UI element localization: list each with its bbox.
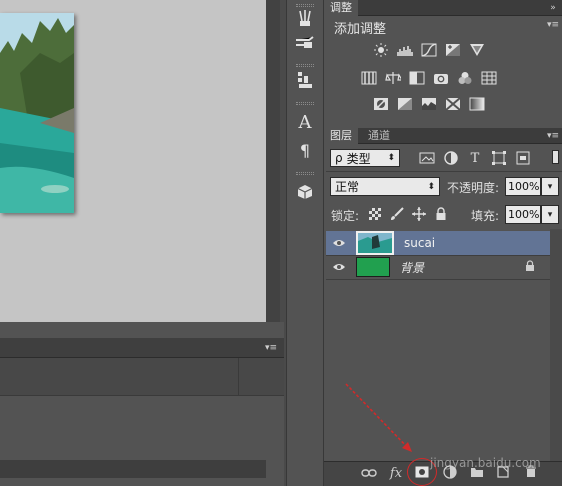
layer-row-sucai[interactable]: sucai (326, 231, 550, 255)
canvas-statusbar (0, 322, 284, 338)
layer-row-background[interactable]: 背景 (326, 255, 550, 279)
chevron-down-icon: ▾ (547, 181, 553, 192)
posterize-icon[interactable] (396, 96, 414, 112)
photo-filter-icon[interactable] (432, 70, 450, 86)
layer-filter-value: 类型 (346, 151, 371, 166)
brush-settings-icon[interactable] (290, 30, 320, 54)
blend-mode-dropdown[interactable]: 正常 ⬍ (330, 177, 440, 196)
lock-pixels-brush-icon[interactable] (388, 206, 406, 222)
layer-name[interactable]: sucai (404, 236, 435, 250)
filter-shape-icon[interactable] (490, 150, 508, 166)
opacity-dropdown-button[interactable]: ▾ (541, 177, 559, 196)
timeline-panel-header: ▾≡ (0, 338, 284, 358)
timeline-horizontal-scrollbar[interactable] (0, 460, 266, 478)
collapse-icon[interactable]: » (546, 3, 560, 13)
opacity-value: 100% (508, 180, 540, 193)
fill-label: 填充: (471, 209, 500, 223)
opacity-input[interactable]: 100% (505, 177, 541, 196)
document-image[interactable] (0, 13, 74, 213)
layers-vertical-scrollbar[interactable] (550, 229, 562, 461)
strip-grip[interactable] (296, 64, 314, 67)
fx-icon: fx (389, 465, 403, 481)
adjustments-title: 添加调整 (334, 22, 387, 37)
curves-icon[interactable] (420, 42, 438, 58)
timeline-track (0, 358, 284, 396)
panel-menu-icon[interactable]: ▾≡ (546, 20, 560, 30)
clone-source-icon[interactable] (290, 68, 320, 92)
filter-pixel-icon[interactable] (418, 150, 436, 166)
panel-menu-icon[interactable]: ▾≡ (264, 343, 278, 353)
adjustments-tabbar: 调整 » (324, 0, 562, 16)
brush-presets-icon[interactable] (290, 6, 320, 30)
color-lookup-icon[interactable] (480, 70, 498, 86)
layer-filter-dropdown[interactable]: ρ 类型 ⬍ (330, 149, 400, 167)
filter-smart-object-icon[interactable] (514, 150, 532, 166)
fill-value: 100% (508, 208, 540, 221)
fill-input[interactable]: 100% (505, 205, 541, 224)
channel-mixer-icon[interactable] (456, 70, 474, 86)
search-icon: ρ (335, 151, 343, 165)
tab-layers[interactable]: 图层 (324, 128, 358, 144)
threshold-icon[interactable] (420, 96, 438, 112)
layers-tabbar: 图层 通道 ▾≡ (324, 128, 562, 144)
vibrance-icon[interactable] (468, 42, 486, 58)
canvas-vertical-scrollbar[interactable] (266, 0, 280, 322)
paragraph-panel-icon[interactable]: ¶ (290, 138, 320, 162)
divider (326, 171, 562, 172)
layer-lock-icon (524, 259, 536, 275)
add-layer-style-button[interactable]: fx (387, 465, 405, 481)
strip-grip[interactable] (296, 102, 314, 105)
hue-saturation-icon[interactable] (360, 70, 378, 86)
visibility-eye-icon[interactable] (326, 238, 352, 248)
tab-channels[interactable]: 通道 (362, 128, 396, 144)
brightness-icon[interactable] (372, 42, 390, 58)
timeline-divider (238, 358, 239, 396)
lock-transparent-icon[interactable] (366, 206, 384, 222)
link-layers-icon[interactable] (360, 465, 378, 481)
lock-all-icon[interactable] (432, 206, 450, 222)
lock-position-move-icon[interactable] (410, 206, 428, 222)
gradient-map-icon[interactable] (468, 96, 486, 112)
tab-adjustments[interactable]: 调整 (324, 0, 358, 16)
fill-dropdown-button[interactable]: ▾ (541, 205, 559, 224)
opacity-label: 不透明度: (447, 181, 500, 195)
lock-label: 锁定: (331, 209, 360, 223)
invert-icon[interactable] (372, 96, 390, 112)
filter-toggle-switch[interactable] (552, 150, 559, 164)
layer-thumbnail (356, 231, 394, 255)
filter-adjustment-icon[interactable] (442, 150, 460, 166)
black-white-icon[interactable] (408, 70, 426, 86)
visibility-eye-icon[interactable] (326, 262, 352, 272)
layer-thumbnail (356, 257, 390, 277)
blend-mode-value: 正常 (335, 180, 360, 194)
exposure-icon[interactable] (444, 42, 462, 58)
levels-icon[interactable] (396, 42, 414, 58)
divider (326, 279, 550, 280)
panel-menu-icon[interactable]: ▾≡ (546, 131, 560, 141)
3d-panel-icon[interactable] (290, 180, 320, 204)
chevron-updown-icon: ⬍ (427, 181, 435, 192)
strip-grip[interactable] (296, 172, 314, 175)
layer-name[interactable]: 背景 (400, 259, 424, 276)
selective-color-icon[interactable] (444, 96, 462, 112)
color-balance-icon[interactable] (384, 70, 402, 86)
watermark: jingyan.baidu.com (430, 456, 541, 470)
chevron-down-icon: ▾ (547, 209, 553, 220)
chevron-updown-icon: ⬍ (387, 153, 395, 163)
filter-type-icon[interactable]: T (466, 150, 484, 166)
character-panel-icon[interactable]: A (290, 110, 320, 134)
